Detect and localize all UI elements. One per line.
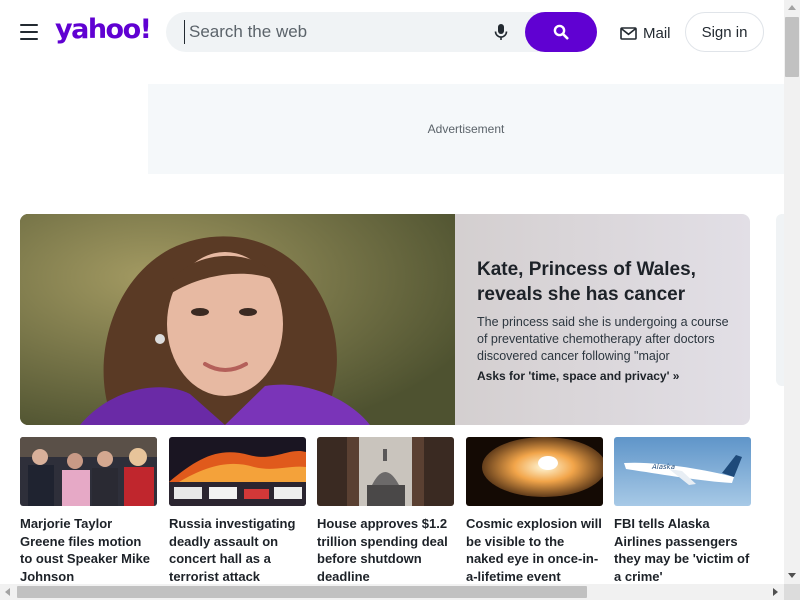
hero-description: The princess said she is undergoing a co… (477, 315, 729, 363)
hero-title[interactable]: Kate, Princess of Wales, reveals she has… (477, 257, 732, 307)
horizontal-scroll-thumb[interactable] (17, 586, 587, 598)
story-card-title: FBI tells Alaska Airlines passengers the… (614, 516, 750, 584)
search-icon (553, 24, 569, 40)
hero-image (20, 214, 455, 425)
vertical-scroll-thumb[interactable] (785, 17, 799, 77)
next-carousel-peek[interactable] (776, 214, 784, 386)
search-box (166, 12, 597, 52)
story-card-title: Russia investigating deadly assault on c… (169, 516, 296, 584)
story-card[interactable]: Marjorie Taylor Greene files motion to o… (20, 437, 157, 585)
yahoo-logo[interactable]: yahoo! (55, 14, 152, 45)
nova-star-photo (466, 437, 603, 506)
story-card-title: House approves $1.2 trillion spending de… (317, 516, 448, 584)
burning-building-photo (169, 437, 306, 506)
mail-icon (620, 26, 637, 40)
story-card[interactable]: Alaska FBI tells Alaska Airlines passeng… (614, 437, 751, 585)
search-button[interactable] (525, 12, 597, 52)
scroll-up-icon[interactable] (788, 5, 796, 10)
scroll-down-icon[interactable] (788, 573, 796, 578)
advertisement-banner[interactable]: Advertisement (148, 84, 784, 174)
microphone-icon[interactable] (493, 23, 509, 41)
hero-related-link[interactable]: Asks for 'time, space and privacy' » (477, 369, 732, 383)
hero-text: Kate, Princess of Wales, reveals she has… (477, 257, 732, 383)
airplane-photo: Alaska (614, 437, 751, 506)
mail-link[interactable]: Mail (620, 22, 671, 44)
story-card-title: Cosmic explosion will be visible to the … (466, 516, 602, 584)
search-input[interactable] (184, 20, 484, 44)
mail-label: Mail (643, 24, 671, 42)
story-card-title: Marjorie Taylor Greene files motion to o… (20, 516, 151, 584)
svg-text:Alaska: Alaska (651, 463, 675, 471)
story-card[interactable]: House approves $1.2 trillion spending de… (317, 437, 454, 585)
advertisement-label: Advertisement (427, 122, 505, 136)
hero-story[interactable]: Kate, Princess of Wales, reveals she has… (20, 214, 750, 425)
menu-icon[interactable] (20, 24, 38, 40)
political-meeting-photo (20, 437, 157, 506)
horizontal-scrollbar[interactable] (0, 584, 784, 600)
story-card[interactable]: Russia investigating deadly assault on c… (169, 437, 306, 585)
vertical-scrollbar[interactable] (784, 0, 800, 584)
capitol-dome-photo (317, 437, 454, 506)
scroll-left-icon[interactable] (5, 588, 10, 596)
sign-in-button[interactable]: Sign in (685, 12, 764, 52)
top-header: yahoo! Mail Sign in (0, 0, 784, 64)
scroll-right-icon[interactable] (773, 588, 778, 596)
scrollbar-corner (784, 584, 800, 600)
story-card[interactable]: Cosmic explosion will be visible to the … (466, 437, 603, 585)
